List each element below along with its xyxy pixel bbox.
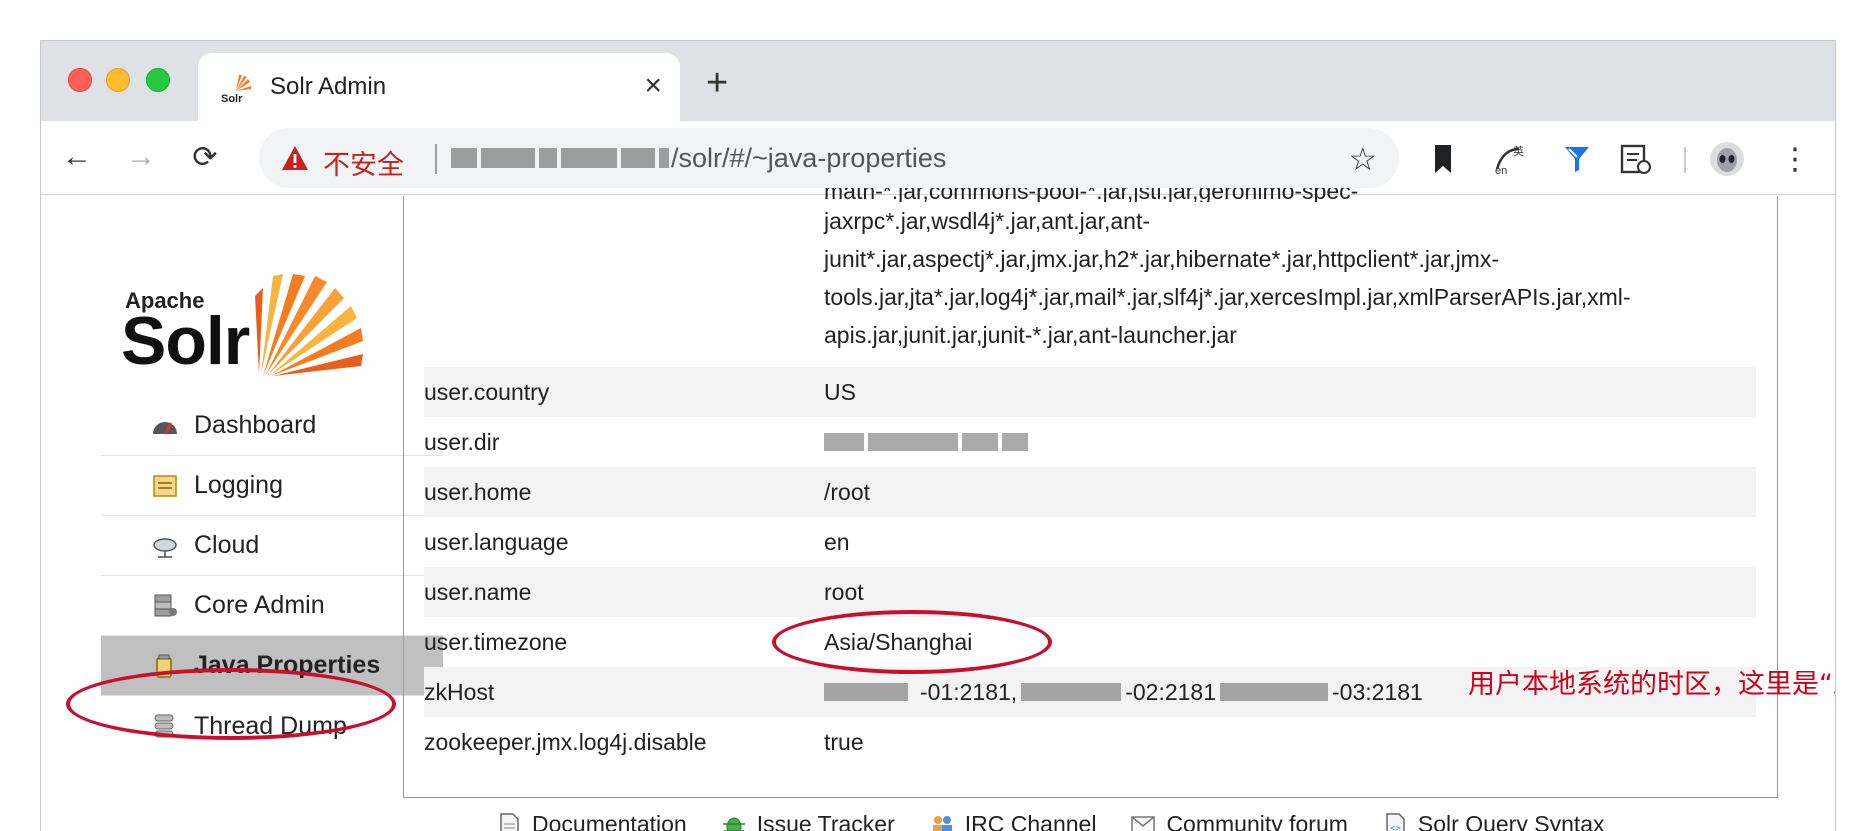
property-row: user.country US — [424, 367, 1756, 417]
property-row: user.language en — [424, 517, 1756, 567]
dashboard-icon — [153, 422, 177, 435]
footer-link-label: Issue Tracker — [756, 811, 895, 831]
solr-favicon-icon: Solr — [221, 75, 251, 105]
tab-strip: Solr Solr Admin × + — [41, 41, 1835, 121]
reload-button[interactable]: ⟳ — [187, 139, 223, 175]
sidebar-item-cloud[interactable]: Cloud — [101, 516, 443, 576]
java-properties-panel: math-*.jar,commons-pool-*.jar,jstl.jar,g… — [403, 188, 1835, 798]
svg-text:Solr: Solr — [221, 93, 243, 105]
property-row: user.home /root — [424, 467, 1756, 517]
zkhost-part: -03:2181 — [1332, 678, 1423, 705]
properties-table: user.country US user.dir user.home /root… — [424, 367, 1756, 767]
property-row: user.timezone Asia/Shanghai — [424, 617, 1756, 667]
classpath-value-continued: math-*.jar,commons-pool-*.jar,jstl.jar,g… — [824, 188, 1814, 354]
footer-link-documentation[interactable]: Documentation — [496, 811, 687, 831]
footer-link-label: IRC Channel — [964, 811, 1097, 831]
property-key: user.name — [424, 578, 532, 605]
sidebar-item-dashboard[interactable]: Dashboard — [101, 396, 443, 456]
property-row: zookeeper.jmx.log4j.disable true — [424, 717, 1756, 767]
property-value-line: apis.jar,junit.jar,junit-*.jar,ant-launc… — [824, 322, 1237, 348]
footer-links: Documentation Issue Tracker IRC Channel … — [496, 811, 1605, 831]
funnel-extension-icon[interactable] — [1563, 143, 1591, 175]
footer-link-irc-channel[interactable]: IRC Channel — [929, 811, 1097, 831]
tab-title: Solr Admin — [270, 73, 387, 100]
property-value-line: math-*.jar,commons-pool-*.jar,jstl.jar,g… — [824, 188, 1359, 202]
mail-icon — [1131, 815, 1156, 831]
bug-icon — [722, 817, 745, 831]
profile-avatar[interactable] — [1709, 142, 1745, 176]
property-key: user.language — [424, 528, 569, 555]
property-value: en — [824, 528, 850, 555]
core-admin-icon — [154, 594, 177, 617]
close-window-button[interactable] — [68, 68, 92, 92]
bookmark-star-icon[interactable]: ☆ — [1348, 140, 1377, 178]
reading-list-extension-icon[interactable] — [1619, 143, 1653, 175]
toolbar-divider — [1684, 147, 1686, 173]
footer-link-label: Documentation — [532, 811, 687, 831]
footer-link-community-forum[interactable]: Community forum — [1130, 811, 1348, 831]
property-key: zookeeper.jmx.log4j.disable — [424, 728, 707, 755]
property-value: US — [824, 378, 856, 405]
property-key: user.dir — [424, 428, 500, 455]
property-value-redacted — [824, 433, 1032, 451]
logo-solr-text: Solr — [121, 303, 250, 379]
logging-icon — [153, 475, 177, 497]
query-syntax-icon: <> — [1386, 812, 1405, 831]
bookmark-icon[interactable] — [1433, 143, 1453, 175]
property-value: root — [824, 578, 864, 605]
property-key: user.timezone — [424, 628, 568, 655]
property-value: /root — [824, 478, 871, 505]
browser-toolbar: ← → ⟳ 不安全 /solr/#/~java-properties ☆ 英 en — [41, 121, 1835, 195]
solr-admin-page: Apache Solr Dashboard Logging Cloud Core… — [41, 188, 1835, 831]
property-key: user.home — [424, 478, 532, 505]
solr-sun-icon — [255, 274, 363, 376]
maximize-window-button[interactable] — [146, 68, 170, 92]
property-key: zkHost — [424, 678, 495, 705]
timezone-annotation: 用户本地系统的时区，这里是“亚洲/上海” — [1468, 669, 1835, 700]
browser-menu-icon[interactable]: ⋮ — [1777, 141, 1813, 177]
property-value-line: junit*.jar,aspectj*.jar,jmx.jar,h2*.jar,… — [824, 246, 1499, 272]
sidebar-item-core-admin[interactable]: Core Admin — [101, 576, 443, 636]
property-value: true — [824, 728, 864, 755]
property-value-line: tools.jar,jta*.jar,log4j*.jar,mail*.jar,… — [824, 284, 1631, 310]
timezone-highlight-ellipse — [772, 610, 1052, 674]
minimize-window-button[interactable] — [106, 68, 130, 92]
zkhost-part: -01:2181, — [920, 678, 1018, 705]
irc-icon — [932, 815, 952, 831]
address-bar[interactable]: 不安全 /solr/#/~java-properties ☆ — [259, 128, 1399, 188]
not-secure-label[interactable]: 不安全 — [323, 143, 404, 182]
omnibox-divider — [435, 144, 437, 174]
back-button[interactable]: ← — [59, 139, 95, 175]
property-row: user.dir — [424, 417, 1756, 467]
java-properties-highlight-ellipse — [66, 668, 396, 740]
property-value-line: jaxrpc*.jar,wsdl4j*.jar,ant.jar,ant- — [824, 208, 1150, 234]
svg-text:en: en — [1495, 165, 1507, 175]
footer-link-solr-query-syntax[interactable]: <> Solr Query Syntax — [1382, 811, 1605, 831]
svg-text:<>: <> — [1390, 824, 1401, 831]
property-row: user.name root — [424, 567, 1756, 617]
zkhost-part: -02:2181 — [1125, 678, 1217, 705]
documentation-icon — [500, 812, 519, 831]
footer-link-label: Solr Query Syntax — [1417, 811, 1605, 831]
translate-extension-icon[interactable]: 英 en — [1493, 143, 1527, 175]
cloud-icon — [153, 538, 177, 558]
footer-link-label: Community forum — [1166, 811, 1348, 831]
new-tab-button[interactable]: + — [706, 63, 728, 103]
tab-solr-admin[interactable]: Solr Solr Admin × — [198, 53, 680, 121]
url-path: /solr/#/~java-properties — [671, 143, 947, 173]
property-key: user.country — [424, 378, 550, 405]
sidebar-item-logging[interactable]: Logging — [101, 456, 443, 516]
tab-close-icon[interactable]: × — [644, 66, 662, 106]
redacted-host — [451, 148, 669, 168]
footer-link-issue-tracker[interactable]: Issue Tracker — [721, 811, 895, 831]
property-value-zkhost: -01:2181, -02:2181 -03:2181 — [824, 679, 1423, 706]
warning-icon — [282, 146, 308, 170]
forward-button[interactable]: → — [123, 139, 159, 175]
svg-text:英: 英 — [1513, 144, 1524, 158]
solr-logo[interactable]: Apache Solr — [121, 266, 365, 379]
